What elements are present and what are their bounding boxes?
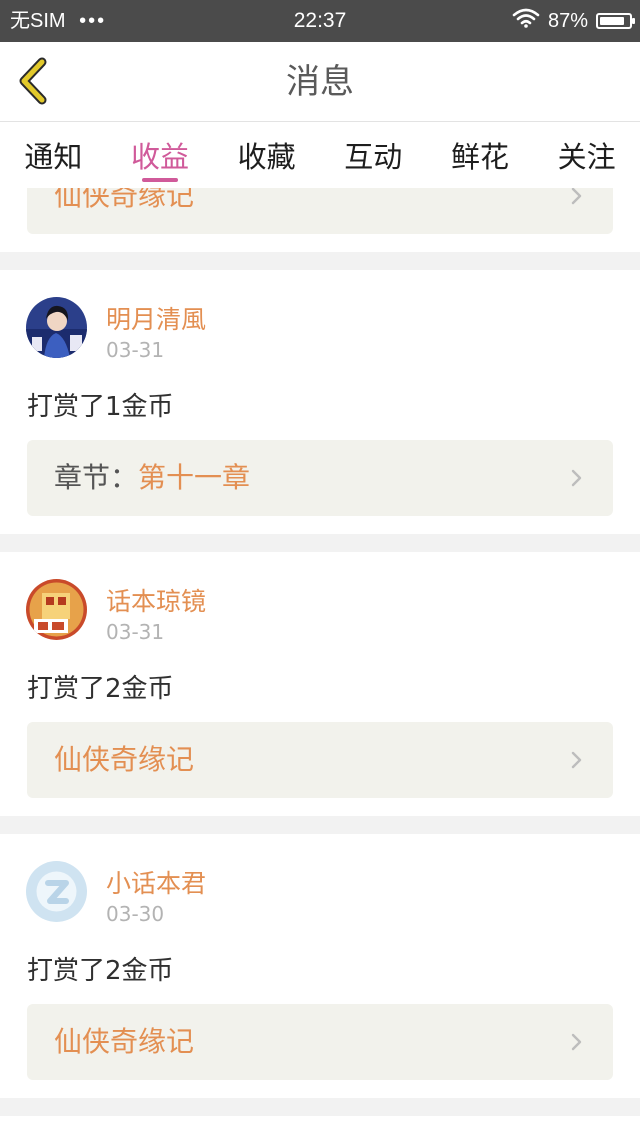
tab-interactions[interactable]: 互动 xyxy=(344,122,402,188)
wifi-icon xyxy=(512,8,540,34)
battery-percent: 87% xyxy=(547,9,588,32)
message-card: 话本琼镜 03-31 打赏了2金币 仙侠奇缘记 xyxy=(0,552,640,816)
message-card: 小话本君 03-30 打赏了2金币 仙侠奇缘记 xyxy=(0,834,640,1098)
book-link[interactable]: 仙侠奇缘记 xyxy=(27,188,613,234)
message-card: 仙侠奇缘记 xyxy=(0,188,640,252)
tab-following[interactable]: 关注 xyxy=(558,122,616,188)
username[interactable]: 小话本君 xyxy=(106,864,206,900)
message-text: 打赏了2金币 xyxy=(27,956,174,986)
message-card xyxy=(0,1116,640,1138)
chevron-right-icon xyxy=(571,751,582,769)
tab-notifications[interactable]: 通知 xyxy=(24,122,82,188)
battery-level xyxy=(600,17,625,25)
book-title: 仙侠奇缘记 xyxy=(54,188,195,212)
battery-icon xyxy=(596,13,635,29)
avatar[interactable] xyxy=(26,579,87,640)
tab-bar: 通知 收益 收藏 互动 鲜花 关注 xyxy=(0,122,640,188)
book-title: 仙侠奇缘记 xyxy=(54,743,195,776)
message-date: 03-31 xyxy=(106,620,165,644)
chevron-right-icon xyxy=(571,469,582,487)
chapter-link-label: 章节：第十一章 xyxy=(54,440,250,516)
message-list[interactable]: 仙侠奇缘记 明月清風 03-31 打赏了1金币 章节：第十一章 话本琼镜 03-… xyxy=(0,188,640,1138)
message-text: 打赏了2金币 xyxy=(27,674,174,704)
status-right-group: 87% xyxy=(512,0,635,42)
tab-earnings[interactable]: 收益 xyxy=(131,122,189,188)
chapter-title: 第十一章 xyxy=(138,461,251,494)
chevron-right-icon xyxy=(571,1033,582,1051)
page-title: 消息 xyxy=(286,62,354,102)
chevron-right-icon xyxy=(571,188,582,205)
tab-favorites[interactable]: 收藏 xyxy=(238,122,296,188)
message-card: 明月清風 03-31 打赏了1金币 章节：第十一章 xyxy=(0,270,640,534)
tab-flowers[interactable]: 鲜花 xyxy=(451,122,509,188)
avatar[interactable] xyxy=(26,297,87,358)
username[interactable]: 明月清風 xyxy=(106,300,206,336)
chapter-link[interactable]: 章节：第十一章 xyxy=(27,440,613,516)
message-date: 03-30 xyxy=(106,902,165,926)
avatar[interactable] xyxy=(26,861,87,922)
username[interactable]: 话本琼镜 xyxy=(106,582,206,618)
book-link[interactable]: 仙侠奇缘记 xyxy=(27,722,613,798)
header-bar: 消息 xyxy=(0,42,640,122)
status-bar: 无SIM ••• 22:37 87% xyxy=(0,0,640,42)
chapter-prefix: 章节： xyxy=(54,461,139,494)
message-date: 03-31 xyxy=(106,338,165,362)
book-title: 仙侠奇缘记 xyxy=(54,1025,195,1058)
book-link[interactable]: 仙侠奇缘记 xyxy=(27,1004,613,1080)
message-text: 打赏了1金币 xyxy=(27,392,174,422)
